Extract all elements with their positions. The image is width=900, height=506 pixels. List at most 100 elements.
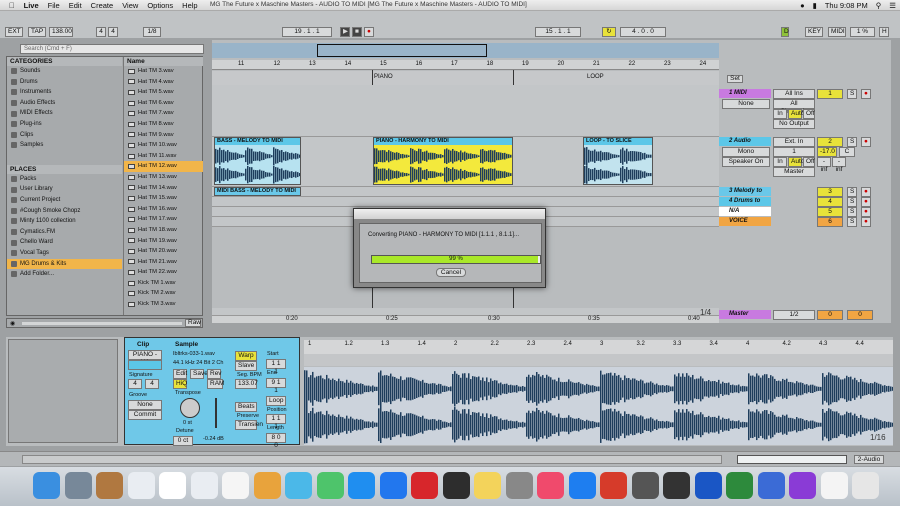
downloads-icon[interactable] — [820, 472, 848, 499]
track-name[interactable]: N/A — [719, 207, 771, 216]
apple-icon[interactable]:  — [9, 1, 15, 10]
category-midi-effects[interactable]: MIDI Effects — [7, 108, 122, 119]
file-item[interactable]: Hat TM 12.wav — [124, 161, 203, 172]
midi-map-button[interactable]: MIDI — [828, 27, 846, 37]
track-name[interactable]: Master — [719, 310, 771, 319]
monitor-in-button[interactable]: In — [773, 109, 787, 119]
clip-loop[interactable]: LOOP - TO SLICE — [583, 137, 653, 185]
menu-file[interactable]: File — [48, 1, 60, 10]
position-field[interactable]: 1 1 1 — [266, 414, 286, 430]
battery-icon[interactable]: ▮ — [813, 1, 817, 10]
warp-mode-menu[interactable]: Beats — [235, 402, 257, 412]
end-field[interactable]: 9 1 1 — [266, 378, 286, 394]
track-name[interactable]: 2 Audio — [719, 137, 771, 146]
place-vocal-tags[interactable]: Vocal Tags — [7, 248, 122, 259]
stop-button[interactable]: ■ — [352, 27, 362, 37]
file-item[interactable]: Hat TM 8.wav — [124, 119, 203, 130]
photos-icon[interactable] — [222, 472, 249, 499]
ram-button[interactable]: RAM — [207, 379, 224, 389]
signature-denominator[interactable]: 4 — [108, 27, 118, 37]
place-chello-ward[interactable]: Chello Ward — [7, 237, 122, 248]
recorder-icon[interactable] — [600, 472, 627, 499]
file-item[interactable]: Hat TM 5.wav — [124, 87, 203, 98]
file-item[interactable]: Hat TM 13.wav — [124, 172, 203, 183]
file-item[interactable]: Hat TM 11.wav — [124, 151, 203, 162]
place-mg-drums[interactable]: MG Drums & Kits — [7, 258, 122, 270]
length-field[interactable]: 8 0 0 — [266, 433, 286, 449]
category-instruments[interactable]: Instruments — [7, 87, 122, 98]
loop-button[interactable]: Loop — [266, 396, 286, 406]
file-item[interactable]: Hat TM 21.wav — [124, 257, 203, 268]
track-header-2[interactable]: 3 Melody to 3 S ● — [719, 187, 891, 197]
place-user-library[interactable]: User Library — [7, 184, 122, 195]
loop-start-field[interactable]: 15 . 1 . 1 — [535, 27, 581, 37]
file-item[interactable]: Hat TM 10.wav — [124, 140, 203, 151]
midi-none-menu[interactable]: None — [722, 99, 770, 109]
arm-button[interactable]: ● — [861, 197, 871, 207]
master-volume[interactable]: 0 — [817, 310, 843, 320]
audio-to-menu[interactable]: Master — [773, 167, 815, 177]
place-cymatics[interactable]: Cymatics.FM — [7, 227, 122, 238]
place-current-project[interactable]: Current Project — [7, 195, 122, 206]
volume-slider[interactable] — [215, 398, 217, 428]
d-indicator[interactable]: D — [781, 27, 789, 37]
detune-field[interactable]: 0 ct — [173, 436, 193, 446]
track-number[interactable]: 2 — [817, 137, 843, 147]
file-item[interactable]: Kick TM 2.wav — [124, 288, 203, 299]
place-minty[interactable]: Minty 1100 collection — [7, 216, 122, 227]
set-locator-button[interactable]: Set — [727, 75, 743, 83]
speaker-button[interactable]: Speaker On — [722, 157, 770, 167]
ext-sync-button[interactable]: EXT — [5, 27, 23, 37]
notes-app-icon[interactable] — [96, 472, 123, 499]
solo-button[interactable]: S — [847, 217, 857, 227]
monitor-off-button[interactable]: Off — [803, 157, 815, 167]
file-item[interactable]: Hat TM 16.wav — [124, 204, 203, 215]
monitor-off-button[interactable]: Off — [803, 109, 815, 119]
cancel-button[interactable]: Cancel — [436, 268, 466, 277]
photo-viewer-icon[interactable] — [285, 472, 312, 499]
track-header-3[interactable]: 4 Drums to 4 S ● — [719, 197, 891, 207]
track-header-5[interactable]: VOICE 6 S ● — [719, 217, 891, 227]
arm-button[interactable]: ● — [861, 187, 871, 197]
send-a-field[interactable]: -inf — [817, 157, 831, 173]
time-ruler[interactable]: 0:20 0:25 0:30 0:35 0:40 — [212, 316, 719, 323]
raw-button[interactable]: Raw — [185, 319, 201, 327]
file-item[interactable]: Hat TM 6.wav — [124, 98, 203, 109]
category-drums[interactable]: Drums — [7, 77, 122, 88]
clip-bass[interactable]: BASS - MELODY TO MIDI — [214, 137, 301, 185]
category-samples[interactable]: Samples — [7, 140, 122, 151]
track-header-midi[interactable]: 1 MIDI All Ins 1 S ● — [719, 89, 891, 99]
overview-viewport[interactable] — [317, 44, 487, 57]
system-prefs-icon[interactable] — [505, 472, 533, 499]
track-header-audio[interactable]: 2 Audio Ext. In 2 S ● — [719, 137, 891, 147]
browser-search-input[interactable]: Search (Cmd + F) — [20, 44, 204, 54]
send-b-field[interactable]: -inf — [832, 157, 846, 173]
key-map-button[interactable]: KEY — [805, 27, 823, 37]
file-item[interactable]: Hat TM 22.wav — [124, 267, 203, 278]
arrangement-overview[interactable] — [212, 43, 719, 58]
native-instruments-icon[interactable] — [726, 472, 753, 499]
monitor-auto-button[interactable]: Auto — [788, 157, 804, 167]
signature-numerator[interactable]: 4 — [96, 27, 106, 37]
solo-button[interactable]: S — [847, 89, 857, 99]
solo-button[interactable]: S — [847, 187, 857, 197]
launchpad-icon[interactable] — [64, 472, 92, 499]
loop-length-field[interactable]: 4 . 0 . 0 — [620, 27, 666, 37]
wifi-icon[interactable]: ● — [800, 1, 805, 10]
audio-from-menu[interactable]: Ext. In — [773, 137, 815, 147]
s-app-icon[interactable] — [411, 472, 438, 499]
stickies-icon[interactable] — [474, 472, 501, 499]
menu-create[interactable]: Create — [91, 1, 114, 10]
file-item[interactable]: Hat TM 15.wav — [124, 193, 203, 204]
category-clips[interactable]: Clips — [7, 130, 122, 141]
arrangement-position[interactable]: 19 . 1 . 1 — [282, 27, 332, 37]
track-number[interactable]: 3 — [817, 187, 843, 197]
category-audio-effects[interactable]: Audio Effects — [7, 98, 122, 109]
clip-sig-num[interactable]: 4 — [128, 379, 142, 389]
search-icon[interactable]: ⚲ — [876, 1, 882, 10]
input-channel-menu[interactable]: 1 — [773, 147, 815, 157]
quicktime-icon[interactable] — [757, 472, 785, 499]
master-pan[interactable]: 0 — [847, 310, 873, 320]
track-name[interactable]: 3 Melody to — [719, 187, 771, 196]
file-item[interactable]: Hat TM 18.wav — [124, 225, 203, 236]
